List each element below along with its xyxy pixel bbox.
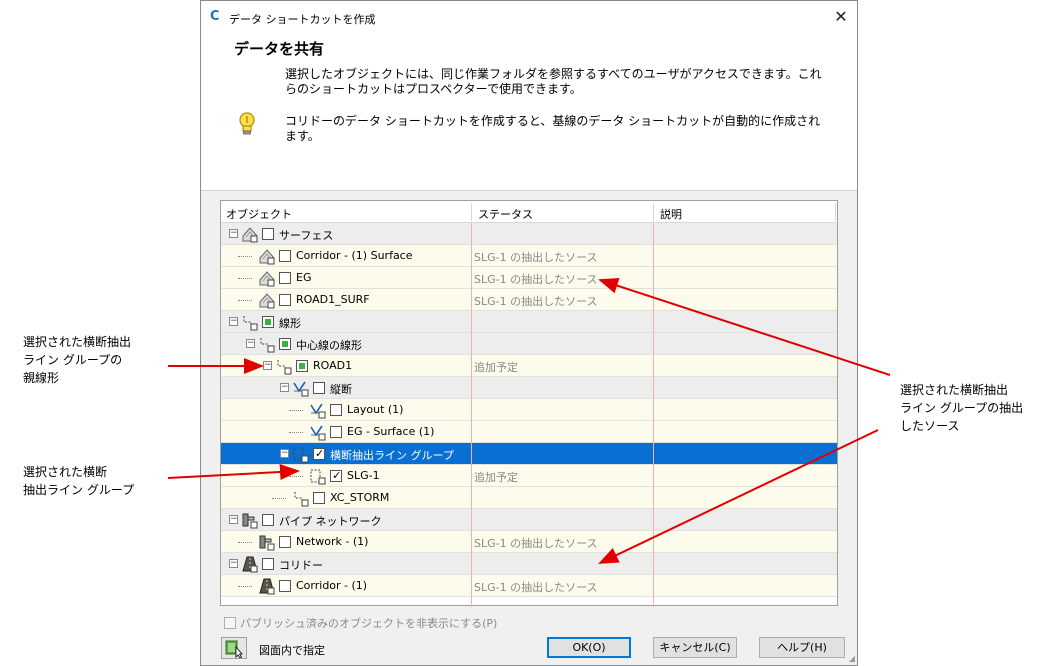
annotation-arrows [167,278,891,564]
arrow-source-surface [598,278,891,376]
arrow-sample-line-group [167,463,300,480]
arrow-source-network [598,429,879,564]
